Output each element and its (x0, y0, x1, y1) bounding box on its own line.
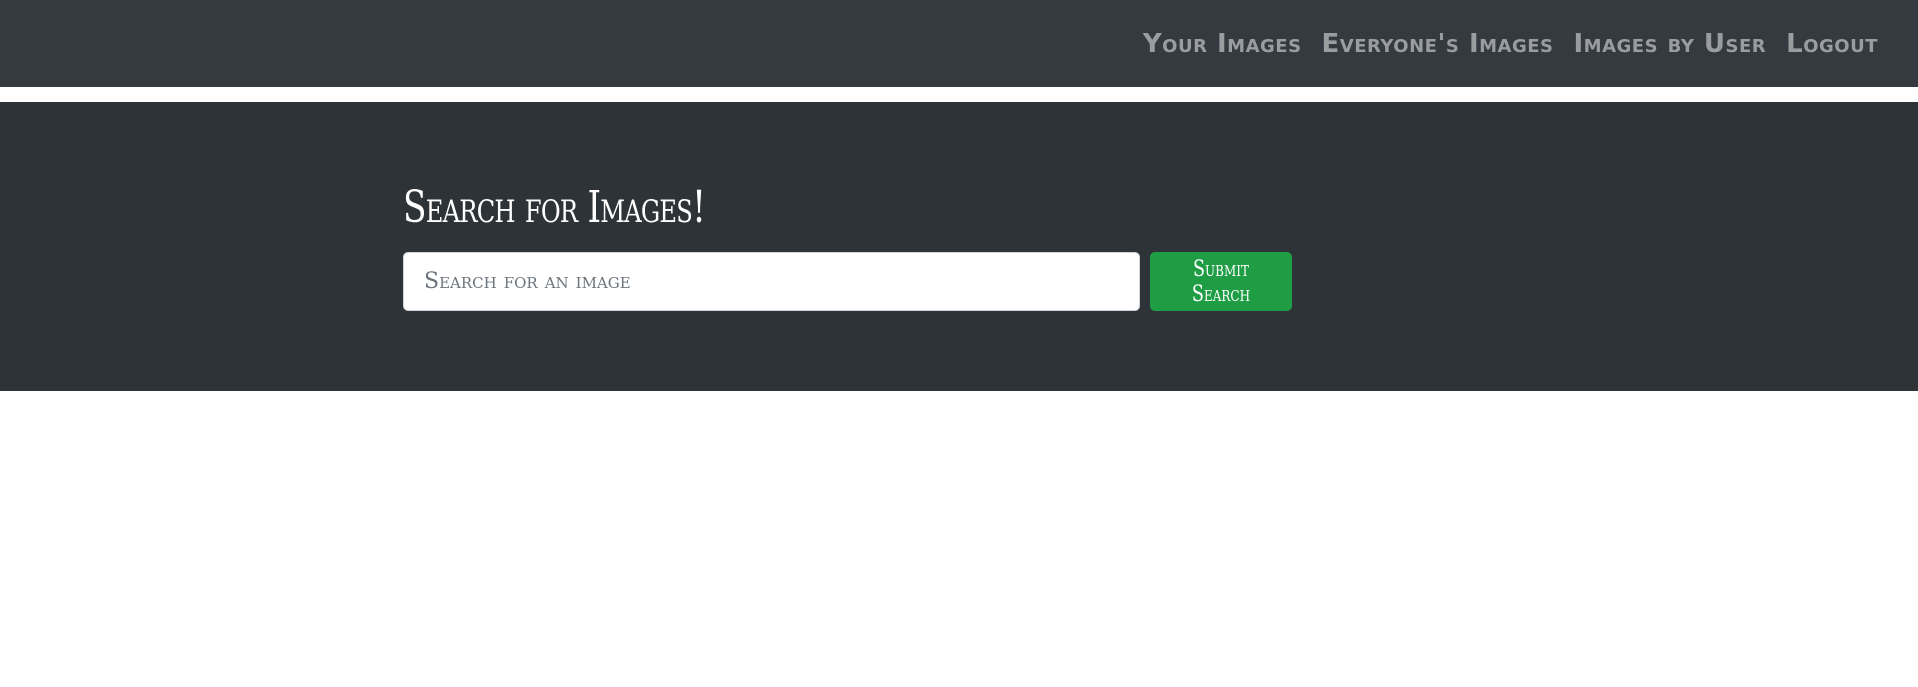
nav-link-your-images[interactable]: Your Images (1143, 29, 1302, 59)
nav-link-logout[interactable]: Logout (1786, 29, 1878, 59)
submit-search-label: Submit Search (1191, 256, 1251, 307)
page-title: Search for Images! (403, 182, 706, 233)
nav-link-images-by-user[interactable]: Images by User (1574, 29, 1767, 59)
top-navbar: Your Images Everyone's Images Images by … (0, 0, 1918, 87)
nav-link-everyones-images[interactable]: Everyone's Images (1322, 29, 1554, 59)
submit-search-button[interactable]: Submit Search (1150, 252, 1292, 311)
nav-links: Your Images Everyone's Images Images by … (1143, 0, 1878, 87)
search-section: Search for Images! Submit Search (0, 102, 1918, 391)
search-input[interactable] (403, 252, 1140, 311)
